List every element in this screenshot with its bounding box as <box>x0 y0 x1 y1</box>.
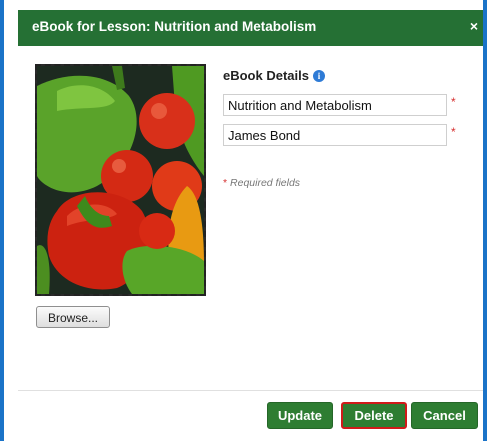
author-name-field[interactable] <box>223 124 447 146</box>
dialog-titlebar: eBook for Lesson: Nutrition and Metaboli… <box>18 10 483 46</box>
window-frame-left <box>0 0 4 441</box>
lesson-title-field[interactable] <box>223 94 447 116</box>
ebook-dialog: eBook for Lesson: Nutrition and Metaboli… <box>18 10 483 441</box>
window-frame-right <box>483 0 487 441</box>
dialog-title: eBook for Lesson: Nutrition and Metaboli… <box>32 19 317 34</box>
cancel-button[interactable]: Cancel <box>411 402 478 429</box>
required-fields-note: * Required fields <box>223 177 300 189</box>
vegetables-photo-icon <box>37 66 204 294</box>
required-note-text: Required fields <box>230 177 301 189</box>
required-star: * <box>451 95 456 109</box>
required-note-star: * <box>223 177 228 189</box>
browse-button[interactable]: Browse... <box>36 306 110 328</box>
delete-button[interactable]: Delete <box>341 402 407 429</box>
close-icon[interactable]: × <box>467 18 481 34</box>
required-star: * <box>451 125 456 139</box>
info-icon[interactable]: i <box>312 70 325 82</box>
update-button[interactable]: Update <box>267 402 333 429</box>
cover-image <box>35 64 206 296</box>
details-heading-text: eBook Details <box>223 68 309 83</box>
footer-divider <box>18 390 483 391</box>
details-heading: eBook Details i <box>223 68 325 83</box>
